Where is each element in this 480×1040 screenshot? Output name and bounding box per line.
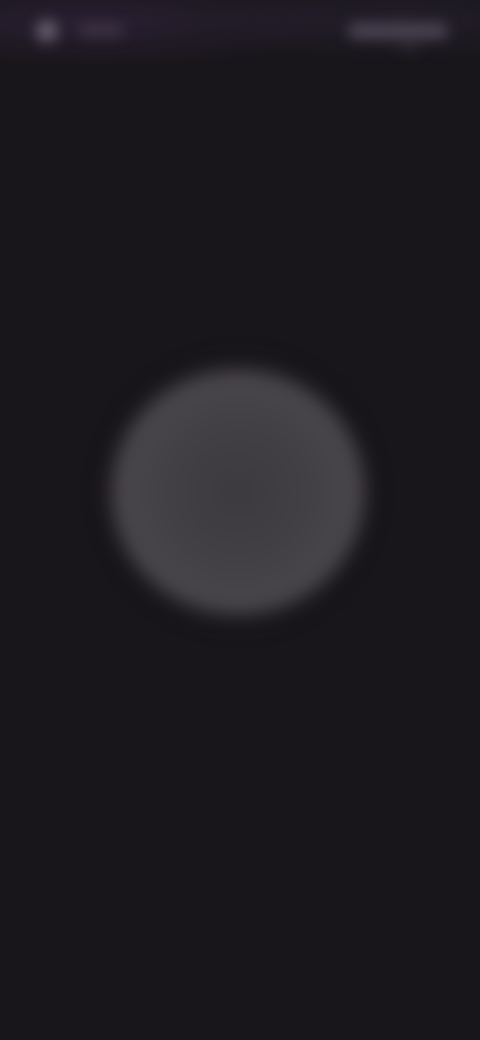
status-cluster-icon	[348, 24, 448, 38]
screen	[0, 0, 480, 1040]
blurred-circle-icon	[112, 370, 364, 614]
status-indicator-small	[398, 44, 420, 50]
status-bar	[0, 0, 480, 64]
status-indicator	[78, 26, 124, 35]
status-left-group	[22, 8, 152, 52]
status-right-group	[338, 8, 458, 54]
circle-indicator-icon	[36, 20, 58, 42]
